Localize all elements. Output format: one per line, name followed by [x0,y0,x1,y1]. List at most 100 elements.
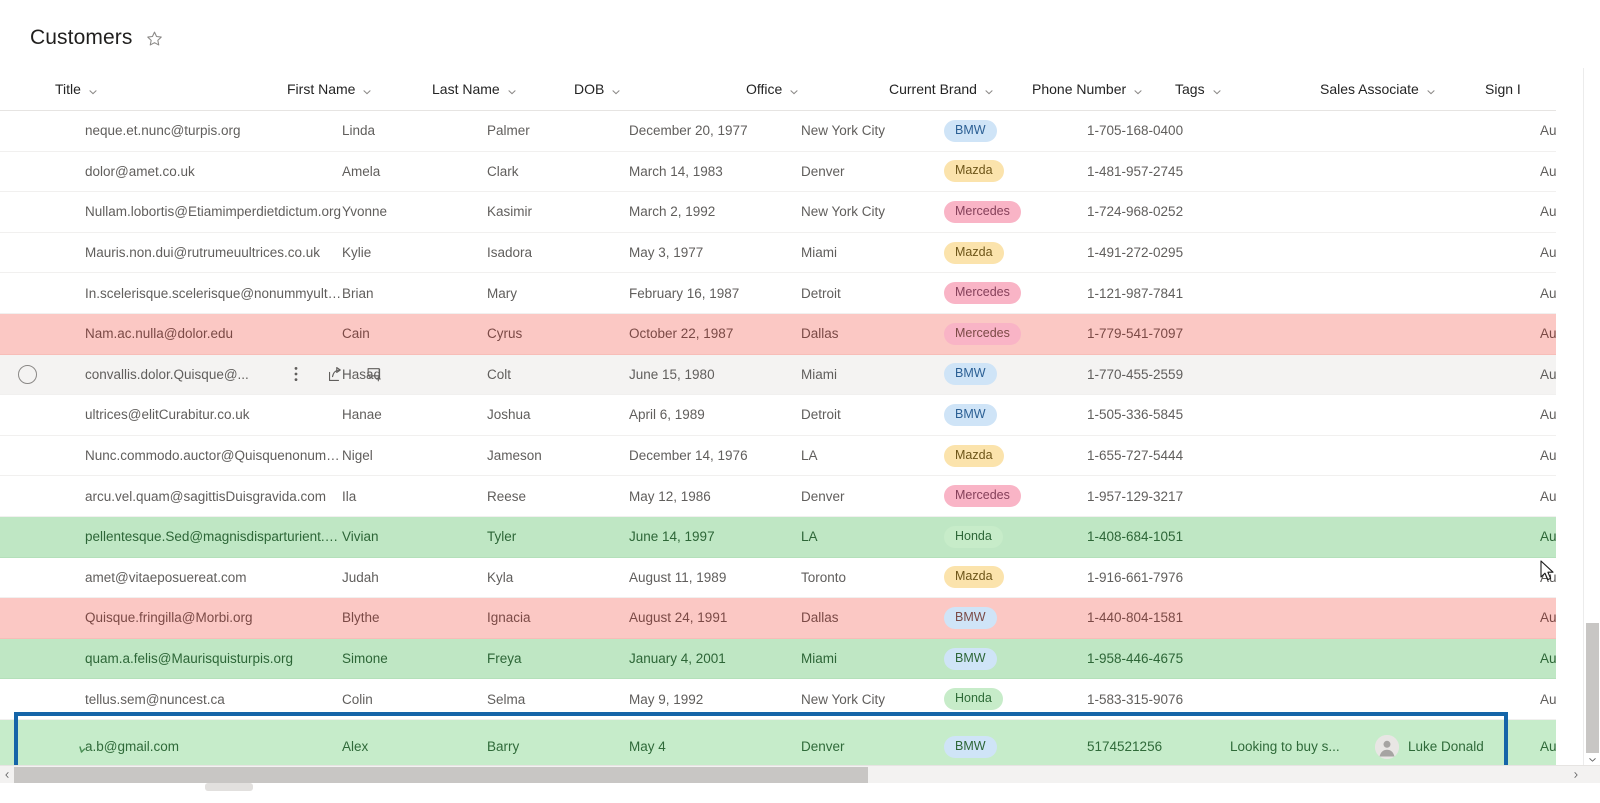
cell-dob[interactable]: January 4, 2001 [629,651,801,666]
cell-office[interactable]: Toronto [801,570,944,585]
table-row[interactable]: quam.a.felis@Maurisquisturpis.org Simone F… [0,638,1556,680]
cell-dob[interactable]: June 14, 1997 [629,529,801,544]
cell-office[interactable]: New York City [801,692,944,707]
cell-current-brand[interactable]: BMW [944,119,1087,142]
cell-last-name[interactable]: Barry [487,739,629,754]
cell-office[interactable]: Dallas [801,326,944,341]
cell-first-name[interactable]: Cain [342,326,487,341]
table-row[interactable]: Nam.ac.nulla@dolor.edu Cain Cyrus October 2… [0,313,1556,355]
cell-current-brand[interactable]: BMW [944,647,1087,670]
cell-first-name[interactable]: Ila [342,489,487,504]
cell-sales-associate[interactable]: Luke Donald [1375,734,1540,759]
share-icon[interactable] [326,365,344,383]
cell-phone-number[interactable]: 1-408-684-1051 [1087,529,1230,544]
cell-title[interactable]: tellus.sem@nuncest.ca [55,692,342,707]
cell-phone-number[interactable]: 1-121-987-7841 [1087,286,1230,301]
cell-current-brand[interactable]: Mazda [944,241,1087,264]
cell-current-brand[interactable]: BMW [944,606,1087,629]
cell-current-brand[interactable]: Mazda [944,444,1087,467]
cell-dob[interactable]: April 6, 1989 [629,407,801,422]
cell-current-brand[interactable]: Mercedes [944,282,1087,305]
star-icon[interactable] [144,28,164,48]
cell-sign[interactable]: Augus [1540,489,1556,504]
cell-title[interactable]: arcu.vel.quam@sagittisDuisgravida.com [55,489,342,504]
cell-first-name[interactable]: Alex [342,739,487,754]
cell-phone-number[interactable]: 1-958-446-4675 [1087,651,1230,666]
table-row[interactable]: convallis.dolor.Quisque@... Hasad Colt June… [0,354,1556,396]
cell-sign[interactable]: Augus [1540,692,1556,707]
cell-office[interactable]: Miami [801,367,944,382]
column-header-title[interactable]: Title [0,81,287,97]
cell-sign[interactable]: Augu [1540,570,1556,585]
cell-office[interactable]: Denver [801,489,944,504]
cell-title[interactable]: convallis.dolor.Quisque@... [55,365,381,383]
cell-first-name[interactable]: Nigel [342,448,487,463]
cell-office[interactable]: Miami [801,245,944,260]
cell-sign[interactable]: Augus [1540,204,1556,219]
cell-sign[interactable]: Augus [1540,529,1556,544]
cell-phone-number[interactable]: 1-770-455-2559 [1087,367,1230,382]
cell-sign[interactable]: Augus [1540,123,1556,138]
cell-last-name[interactable]: Cyrus [487,326,629,341]
cell-last-name[interactable]: Kasimir [487,204,629,219]
cell-title[interactable]: dolor@amet.co.uk [55,164,342,179]
cell-office[interactable]: New York City [801,123,944,138]
cell-dob[interactable]: February 16, 1987 [629,286,801,301]
cell-phone-number[interactable]: 1-779-541-7097 [1087,326,1230,341]
cell-current-brand[interactable]: BMW [944,735,1087,758]
cell-first-name[interactable]: Kylie [342,245,487,260]
scroll-left-icon[interactable] [0,766,14,784]
column-header-tags[interactable]: Tags [1175,81,1320,97]
column-header-sign[interactable]: Sign I [1485,81,1556,97]
cell-sign[interactable]: Augus [1540,651,1556,666]
table-row[interactable]: arcu.vel.quam@sagittisDuisgravida.com Ila… [0,476,1556,517]
cell-sign[interactable]: Augus [1540,286,1556,301]
cell-dob[interactable]: May 12, 1986 [629,489,801,504]
cell-dob[interactable]: March 2, 1992 [629,204,801,219]
add-comment-icon[interactable] [365,365,383,383]
cell-phone-number[interactable]: 5174521256 [1087,739,1230,754]
column-header-sales-associate[interactable]: Sales Associate [1320,81,1485,97]
cell-last-name[interactable]: Reese [487,489,629,504]
cell-title[interactable]: Nam.ac.nulla@dolor.edu [55,326,342,341]
cell-phone-number[interactable]: 1-916-661-7976 [1087,570,1230,585]
cell-sign[interactable]: Augus [1540,407,1556,422]
cell-sign[interactable]: Augus [1540,245,1556,260]
table-row[interactable]: Quisque.fringilla@Morbi.org Blythe Ignacia… [0,598,1556,639]
cell-phone-number[interactable]: 1-724-968-0252 [1087,204,1230,219]
cell-current-brand[interactable]: Mazda [944,160,1087,183]
table-row[interactable]: Mauris.non.dui@rutrumeuultrices.co.uk Kyl… [0,233,1556,274]
cell-last-name[interactable]: Joshua [487,407,629,422]
table-row[interactable]: Nunc.commodo.auctor@Quisquenonummy... Nig… [0,436,1556,477]
cell-title[interactable]: a.b@gmail.com [55,739,342,754]
column-header-office[interactable]: Office [746,81,889,97]
cell-title[interactable]: In.scelerisque.scelerisque@nonummyultric… [55,286,342,301]
table-row[interactable]: neque.et.nunc@turpis.org Linda Palmer Decem… [0,111,1556,152]
cell-sign[interactable]: Augus [1540,164,1556,179]
cell-office[interactable]: New York City [801,204,944,219]
cell-title[interactable]: Nullam.lobortis@Etiamimperdietdictum.org [55,204,342,219]
column-header-first-name[interactable]: First Name [287,81,432,97]
cell-office[interactable]: Detroit [801,407,944,422]
cell-dob[interactable]: June 15, 1980 [629,367,801,382]
cell-phone-number[interactable]: 1-583-315-9076 [1087,692,1230,707]
cell-last-name[interactable]: Kyla [487,570,629,585]
cell-dob[interactable]: August 11, 1989 [629,570,801,585]
cell-first-name[interactable]: Brian [342,286,487,301]
cell-title[interactable]: pellentesque.Sed@magnisdisparturient.org [55,529,342,544]
cell-phone-number[interactable]: 1-655-727-5444 [1087,448,1230,463]
cell-phone-number[interactable]: 1-505-336-5845 [1087,407,1230,422]
cell-first-name[interactable]: Linda [342,123,487,138]
cell-last-name[interactable]: Freya [487,651,629,666]
cell-sign[interactable]: Augus [1540,448,1556,463]
table-row[interactable]: pellentesque.Sed@magnisdisparturient.org… [0,516,1556,558]
table-row[interactable]: ultrices@elitCurabitur.co.uk Hanae Joshua A… [0,395,1556,436]
cell-current-brand[interactable]: BMW [944,403,1087,426]
cell-first-name[interactable]: Vivian [342,529,487,544]
cell-last-name[interactable]: Isadora [487,245,629,260]
cell-first-name[interactable]: Blythe [342,610,487,625]
cell-title[interactable]: ultrices@elitCurabitur.co.uk [55,407,342,422]
cell-dob[interactable]: August 24, 1991 [629,610,801,625]
cell-phone-number[interactable]: 1-481-957-2745 [1087,164,1230,179]
cell-office[interactable]: LA [801,448,944,463]
